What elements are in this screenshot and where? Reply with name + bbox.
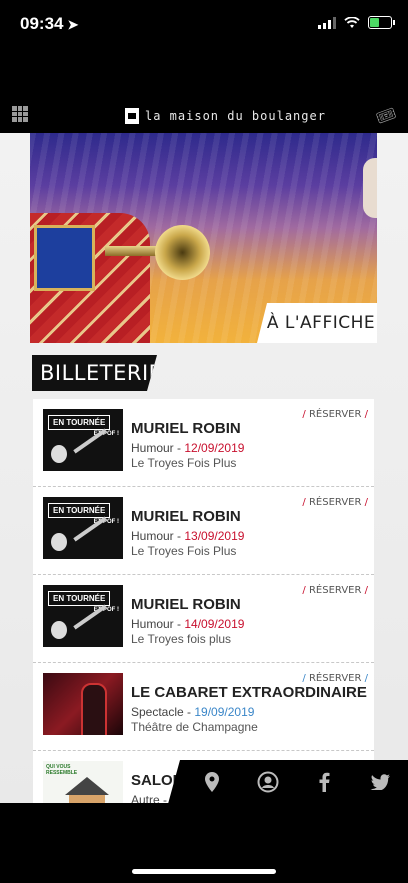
section-title: BILLETERIE: [32, 355, 157, 391]
event-genre: Humour -: [131, 617, 182, 631]
crest-illustration: [34, 225, 95, 291]
event-date: 12/09/2019: [184, 441, 245, 455]
twitter-icon[interactable]: [369, 771, 391, 793]
event-venue: Théâtre de Champagne: [131, 720, 258, 734]
status-time: 09:34 ➤: [20, 14, 78, 34]
ticket-icon[interactable]: 🎟: [373, 103, 399, 129]
user-circle-icon[interactable]: [257, 771, 279, 793]
thumbnail-tag: EN TOURNÉE: [48, 503, 111, 518]
list-item[interactable]: EN TOURNÉE ET POF ! MURIEL ROBIN Humour …: [33, 575, 374, 663]
wifi-icon: [344, 16, 360, 28]
trumpet-illustration: [155, 225, 210, 280]
event-title: MURIEL ROBIN: [131, 508, 241, 525]
reserve-label: RÉSERVER: [308, 409, 362, 420]
location-pin-icon[interactable]: [201, 771, 223, 793]
home-indicator[interactable]: [132, 869, 276, 874]
list-item[interactable]: LE CABARET EXTRAORDINAIRE Spectacle - 19…: [33, 663, 374, 751]
app-logo[interactable]: la maison du boulanger: [125, 108, 326, 124]
thumbnail-tag: EN TOURNÉE: [48, 591, 111, 606]
event-venue: Le Troyes fois plus: [131, 632, 232, 646]
event-venue: Le Troyes Fois Plus: [131, 544, 237, 558]
main-content: À L'AFFICHE BILLETERIE EN TOURNÉE ET POF…: [0, 133, 408, 803]
menu-grid-icon[interactable]: [12, 106, 28, 122]
app-header: la maison du boulanger 🎟: [0, 100, 408, 132]
thumbnail-tag: EN TOURNÉE: [48, 415, 111, 430]
signal-icon: [318, 16, 336, 29]
banner-label: À L'AFFICHE: [257, 303, 377, 343]
logo-mark-icon: [125, 108, 139, 124]
event-meta: Humour - 14/09/2019: [131, 617, 244, 631]
event-genre: Spectacle -: [131, 705, 192, 719]
reserve-label: RÉSERVER: [308, 673, 362, 684]
event-date: 13/09/2019: [184, 529, 245, 543]
battery-icon: [368, 16, 395, 29]
event-title: LE CABARET EXTRAORDINAIRE: [131, 684, 367, 701]
list-item[interactable]: EN TOURNÉE ET POF ! MURIEL ROBIN Humour …: [33, 487, 374, 575]
thumbnail-text: QUI VOUS RESSEMBLE: [46, 764, 78, 776]
location-arrow-icon: ➤: [67, 17, 79, 32]
reserve-label: RÉSERVER: [308, 497, 362, 508]
event-thumbnail: QUI VOUS RESSEMBLE: [43, 761, 123, 803]
reserve-button[interactable]: / RÉSERVER /: [302, 497, 368, 508]
event-genre: Humour -: [131, 529, 182, 543]
event-meta: Humour - 13/09/2019: [131, 529, 244, 543]
clock: 09:34: [20, 14, 64, 33]
list-item[interactable]: EN TOURNÉE ET POF ! MURIEL ROBIN Humour …: [33, 399, 374, 487]
bottom-nav: [168, 760, 408, 804]
event-meta: Autre -: [131, 793, 167, 803]
event-list: EN TOURNÉE ET POF ! MURIEL ROBIN Humour …: [33, 399, 374, 803]
event-title: MURIEL ROBIN: [131, 596, 241, 613]
facebook-icon[interactable]: [313, 771, 335, 793]
event-meta: Spectacle - 19/09/2019: [131, 705, 254, 719]
event-genre: Humour -: [131, 441, 182, 455]
event-date: 19/09/2019: [194, 705, 255, 719]
logo-text: la maison du boulanger: [145, 109, 326, 123]
reserve-button[interactable]: / RÉSERVER /: [302, 409, 368, 420]
event-venue: Le Troyes Fois Plus: [131, 456, 237, 470]
event-thumbnail: EN TOURNÉE ET POF !: [43, 585, 123, 647]
event-genre: Autre -: [131, 793, 168, 803]
event-thumbnail: EN TOURNÉE ET POF !: [43, 409, 123, 471]
event-meta: Humour - 12/09/2019: [131, 441, 244, 455]
reserve-button[interactable]: / RÉSERVER /: [302, 673, 368, 684]
event-title: MURIEL ROBIN: [131, 420, 241, 437]
reserve-button[interactable]: / RÉSERVER /: [302, 585, 368, 596]
status-bar: 09:34 ➤: [0, 0, 408, 50]
event-thumbnail: [43, 673, 123, 735]
reserve-label: RÉSERVER: [308, 585, 362, 596]
event-thumbnail: EN TOURNÉE ET POF !: [43, 497, 123, 559]
featured-banner[interactable]: À L'AFFICHE: [30, 133, 377, 343]
status-icons: [318, 16, 395, 29]
event-date: 14/09/2019: [184, 617, 245, 631]
